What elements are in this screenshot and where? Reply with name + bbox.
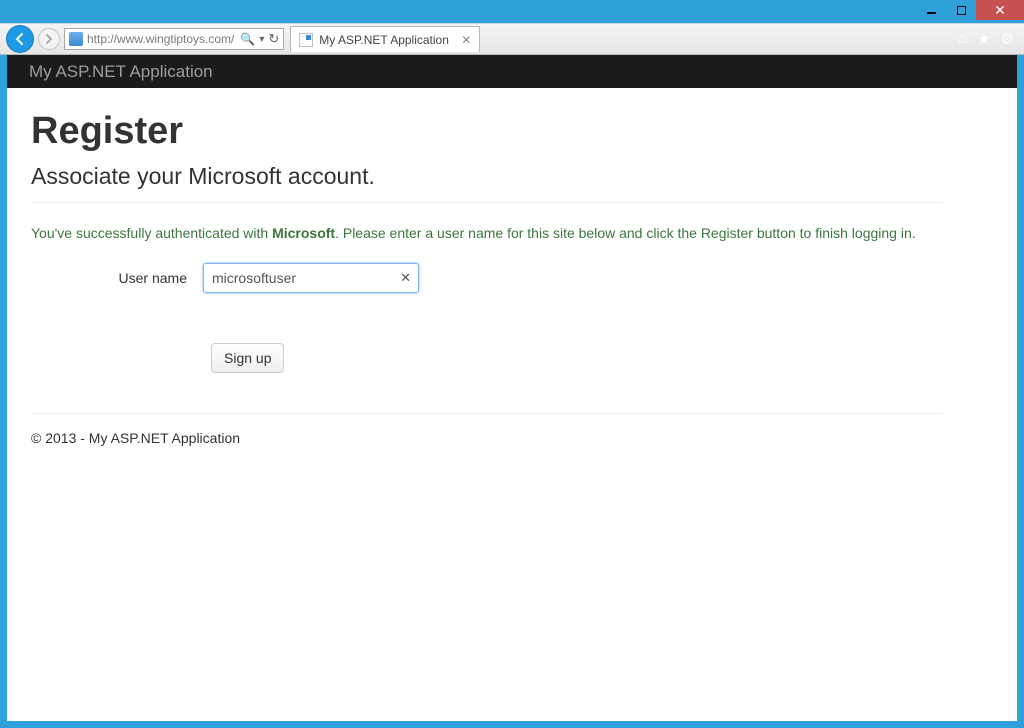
signup-button[interactable]: Sign up [211,343,284,373]
site-navbar: My ASP.NET Application [7,55,1017,88]
page-favicon-icon [299,33,313,47]
page-heading: Register [31,110,943,153]
arrow-right-icon [43,33,55,45]
refresh-icon[interactable]: ↻ [268,31,279,47]
addressbar-dropdown-icon[interactable]: ▾ [259,34,264,45]
tab-close-button[interactable]: ✕ [461,33,471,47]
window-close-button[interactable]: ✕ [976,0,1024,20]
arrow-left-icon [12,31,28,47]
tab-title: My ASP.NET Application [319,33,455,47]
success-provider: Microsoft [272,225,335,241]
window-maximize-button[interactable] [946,0,976,20]
success-prefix: You've successfully authenticated with [31,225,272,241]
username-label: User name [31,270,203,286]
success-message: You've successfully authenticated with M… [31,225,943,241]
window-minimize-button[interactable] [916,0,946,20]
footer-text: © 2013 - My ASP.NET Application [31,430,943,446]
settings-gear-icon[interactable]: ⚙ [1001,30,1014,48]
browser-tab[interactable]: My ASP.NET Application ✕ [290,26,480,52]
page-viewport: My ASP.NET Application Register Associat… [7,55,1017,721]
search-icon[interactable]: 🔍 [240,32,255,46]
username-input[interactable] [203,263,419,293]
site-brand[interactable]: My ASP.NET Application [29,62,213,82]
address-bar[interactable]: http://www.wingtiptoys.com/ 🔍 ▾ ↻ [64,28,284,50]
page-subheading: Associate your Microsoft account. [31,163,943,203]
nav-back-button[interactable] [6,25,34,53]
nav-forward-button[interactable] [38,28,60,50]
home-icon[interactable]: ⌂ [958,30,967,48]
footer-separator [31,413,943,414]
url-text: http://www.wingtiptoys.com/ [87,32,234,46]
clear-input-icon[interactable]: ✕ [400,270,411,286]
favorites-icon[interactable]: ★ [977,30,990,48]
browser-toolbar: http://www.wingtiptoys.com/ 🔍 ▾ ↻ My ASP… [0,23,1024,55]
username-row: User name ✕ [31,263,943,293]
window-titlebar: ✕ [0,0,1024,23]
success-suffix: . Please enter a user name for this site… [335,225,916,241]
ie-favicon-icon [69,32,83,46]
